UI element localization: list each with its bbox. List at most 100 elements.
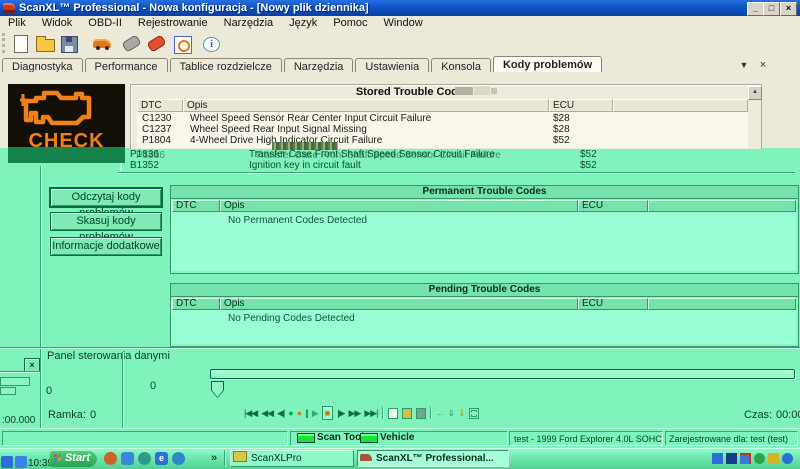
menu-item[interactable]: Rejestrowanie bbox=[130, 16, 216, 30]
restore-button[interactable]: □ bbox=[763, 2, 780, 16]
minimize-button[interactable]: _ bbox=[747, 2, 764, 16]
playback-control-download-green[interactable]: ⇓ bbox=[448, 407, 455, 419]
task-button-scanxl[interactable]: ScanXL™ Professional... bbox=[357, 450, 509, 467]
column-header-blank[interactable] bbox=[648, 298, 796, 310]
tray-icon-tray-messenger[interactable] bbox=[712, 453, 723, 464]
playback-control-undo[interactable]: ← bbox=[436, 407, 444, 419]
tray-icon-tray-updates[interactable] bbox=[782, 453, 793, 464]
column-header-ecu[interactable]: ECU bbox=[549, 99, 613, 112]
ecu-cell: $52 bbox=[553, 135, 570, 146]
stored-codes-table: C1230 Wheel Speed Sensor Rear Center Inp… bbox=[137, 112, 748, 148]
render-glitch bbox=[0, 371, 40, 373]
playback-control-download-yellow[interactable]: ⇓ bbox=[458, 407, 465, 419]
connect-icon[interactable] bbox=[119, 33, 141, 54]
additional-info-button[interactable]: Informacje dodatkowe bbox=[50, 237, 162, 256]
table-row[interactable]: P1804 4-Wheel Drive High Indicator Circu… bbox=[137, 135, 748, 146]
playback-control-separator[interactable] bbox=[430, 407, 432, 419]
new-file-icon[interactable] bbox=[10, 33, 32, 54]
opis-cell: Wheel Speed Sensor Rear Center Input Cir… bbox=[190, 113, 431, 124]
scroll-up-icon[interactable]: ▲ bbox=[748, 86, 762, 100]
playback-control-separator[interactable] bbox=[382, 407, 384, 419]
tray-icon-tray-network[interactable] bbox=[726, 453, 737, 464]
tray-icon-tray-display[interactable] bbox=[740, 453, 751, 464]
playback-control-skip-end[interactable]: ▶▶| bbox=[364, 407, 377, 419]
slider-thumb[interactable] bbox=[211, 381, 224, 398]
table-row[interactable]: C1230 Wheel Speed Sensor Rear Center Inp… bbox=[137, 113, 748, 124]
table-row[interactable]: P1836 Transfer Case Front Shaft Speed Se… bbox=[120, 149, 797, 160]
clear-codes-button[interactable]: Skasuj kody problemów bbox=[50, 212, 162, 231]
select-region-icon[interactable] bbox=[171, 33, 193, 54]
playback-control-step-forward[interactable]: |▶ bbox=[337, 407, 344, 419]
table-row[interactable]: B1352 Ignition key in circuit fault $52 bbox=[120, 160, 797, 171]
panel-title: Panel sterowania danymi bbox=[47, 350, 170, 362]
menu-item[interactable]: Pomoc bbox=[325, 16, 375, 30]
glitch-time: :00.000 bbox=[2, 415, 35, 426]
close-button[interactable]: × bbox=[780, 2, 797, 16]
playback-control-play[interactable]: ▶ bbox=[312, 407, 318, 419]
column-header-opis[interactable]: Opis bbox=[183, 99, 549, 112]
playback-control-record-amber[interactable]: ● bbox=[297, 407, 301, 419]
scan-tool-label: Scan Tool bbox=[317, 430, 364, 445]
floppy-icon bbox=[61, 36, 78, 53]
playback-control-new-log[interactable] bbox=[388, 408, 398, 419]
menu-item[interactable]: Narzędzia bbox=[216, 16, 282, 30]
playback-control-rewind[interactable]: ◀◀ bbox=[261, 407, 273, 419]
column-header-blank[interactable] bbox=[613, 99, 748, 112]
menu-item[interactable]: Język bbox=[281, 16, 325, 30]
vehicle-info: test - 1999 Ford Explorer 4.0L SOHC bbox=[514, 432, 662, 446]
save-file-icon[interactable] bbox=[58, 33, 80, 54]
playback-control-pause[interactable]: || bbox=[305, 407, 308, 419]
quicklaunch-icon-desktop[interactable] bbox=[121, 452, 134, 465]
table-row[interactable]: C1237 Wheel Speed Rear Input Signal Miss… bbox=[137, 124, 748, 135]
vehicle-icon[interactable] bbox=[91, 33, 113, 54]
divider bbox=[224, 450, 226, 467]
playback-control-open-log[interactable] bbox=[402, 408, 412, 419]
playback-control-step-back[interactable]: ◀| bbox=[277, 407, 284, 419]
task-button-scanxlpro[interactable]: ScanXLPro bbox=[230, 450, 354, 467]
column-header-dtc[interactable]: DTC bbox=[137, 99, 183, 112]
chevron-icon[interactable]: » bbox=[211, 452, 217, 464]
menu-item[interactable]: Window bbox=[376, 16, 431, 30]
windows-flag-icon bbox=[54, 454, 57, 457]
column-header-dtc[interactable]: DTC bbox=[172, 298, 220, 310]
menu-item[interactable]: Plik bbox=[0, 16, 34, 30]
column-header-dtc[interactable]: DTC bbox=[172, 200, 220, 212]
start-button[interactable]: Start bbox=[50, 450, 97, 467]
column-header-ecu[interactable]: ECU bbox=[578, 200, 648, 212]
playback-control-fast-forward[interactable]: ▶▶ bbox=[348, 407, 360, 419]
playback-control-stop[interactable]: ■ bbox=[322, 406, 333, 420]
column-header-opis[interactable]: Opis bbox=[220, 298, 578, 310]
column-header-ecu[interactable]: ECU bbox=[578, 298, 648, 310]
menu-item[interactable]: OBD-II bbox=[80, 16, 130, 30]
scanxl-window: ScanXL™ Professional - Nowa konfiguracja… bbox=[0, 0, 800, 469]
timeline-slider[interactable] bbox=[210, 369, 795, 379]
mdi-close-icon[interactable]: × bbox=[756, 59, 770, 71]
playback-control-skip-start[interactable]: |◀◀ bbox=[244, 407, 257, 419]
mdi-menu-icon[interactable]: ▼ bbox=[737, 59, 751, 71]
quicklaunch-icon-media-player[interactable] bbox=[172, 452, 185, 465]
tray-icon-tray-volume[interactable] bbox=[768, 453, 779, 464]
column-header-opis[interactable]: Opis bbox=[220, 200, 578, 212]
playback-control-save-log[interactable] bbox=[416, 408, 426, 419]
info-icon[interactable]: i bbox=[199, 33, 221, 54]
menu-item[interactable]: Widok bbox=[34, 16, 81, 30]
quicklaunch-icon-messenger[interactable] bbox=[138, 452, 151, 465]
divider bbox=[0, 347, 800, 349]
column-header-blank[interactable] bbox=[648, 200, 796, 212]
render-glitch bbox=[272, 142, 338, 150]
pending-codes-body: No Pending Codes Detected bbox=[172, 310, 796, 344]
read-codes-button[interactable]: Odczytaj kody problemów bbox=[50, 188, 162, 207]
quicklaunch-icon-browser-ball[interactable] bbox=[104, 452, 117, 465]
render-glitch bbox=[455, 87, 473, 95]
toolbar-drag-handle[interactable] bbox=[2, 33, 8, 53]
disconnect-icon[interactable] bbox=[144, 33, 166, 54]
playback-control-record-green[interactable]: ● bbox=[288, 407, 292, 419]
time-label: Czas: bbox=[744, 409, 772, 421]
target-box-icon bbox=[174, 36, 192, 54]
playback-control-select-frame[interactable] bbox=[469, 408, 479, 419]
open-file-icon[interactable] bbox=[34, 33, 56, 54]
frame-value: 0 bbox=[90, 409, 96, 421]
frame-label: Ramka: bbox=[48, 409, 86, 421]
tray-icon-tray-antivirus[interactable] bbox=[754, 453, 765, 464]
quicklaunch-icon-internet-explorer[interactable]: e bbox=[155, 452, 168, 465]
